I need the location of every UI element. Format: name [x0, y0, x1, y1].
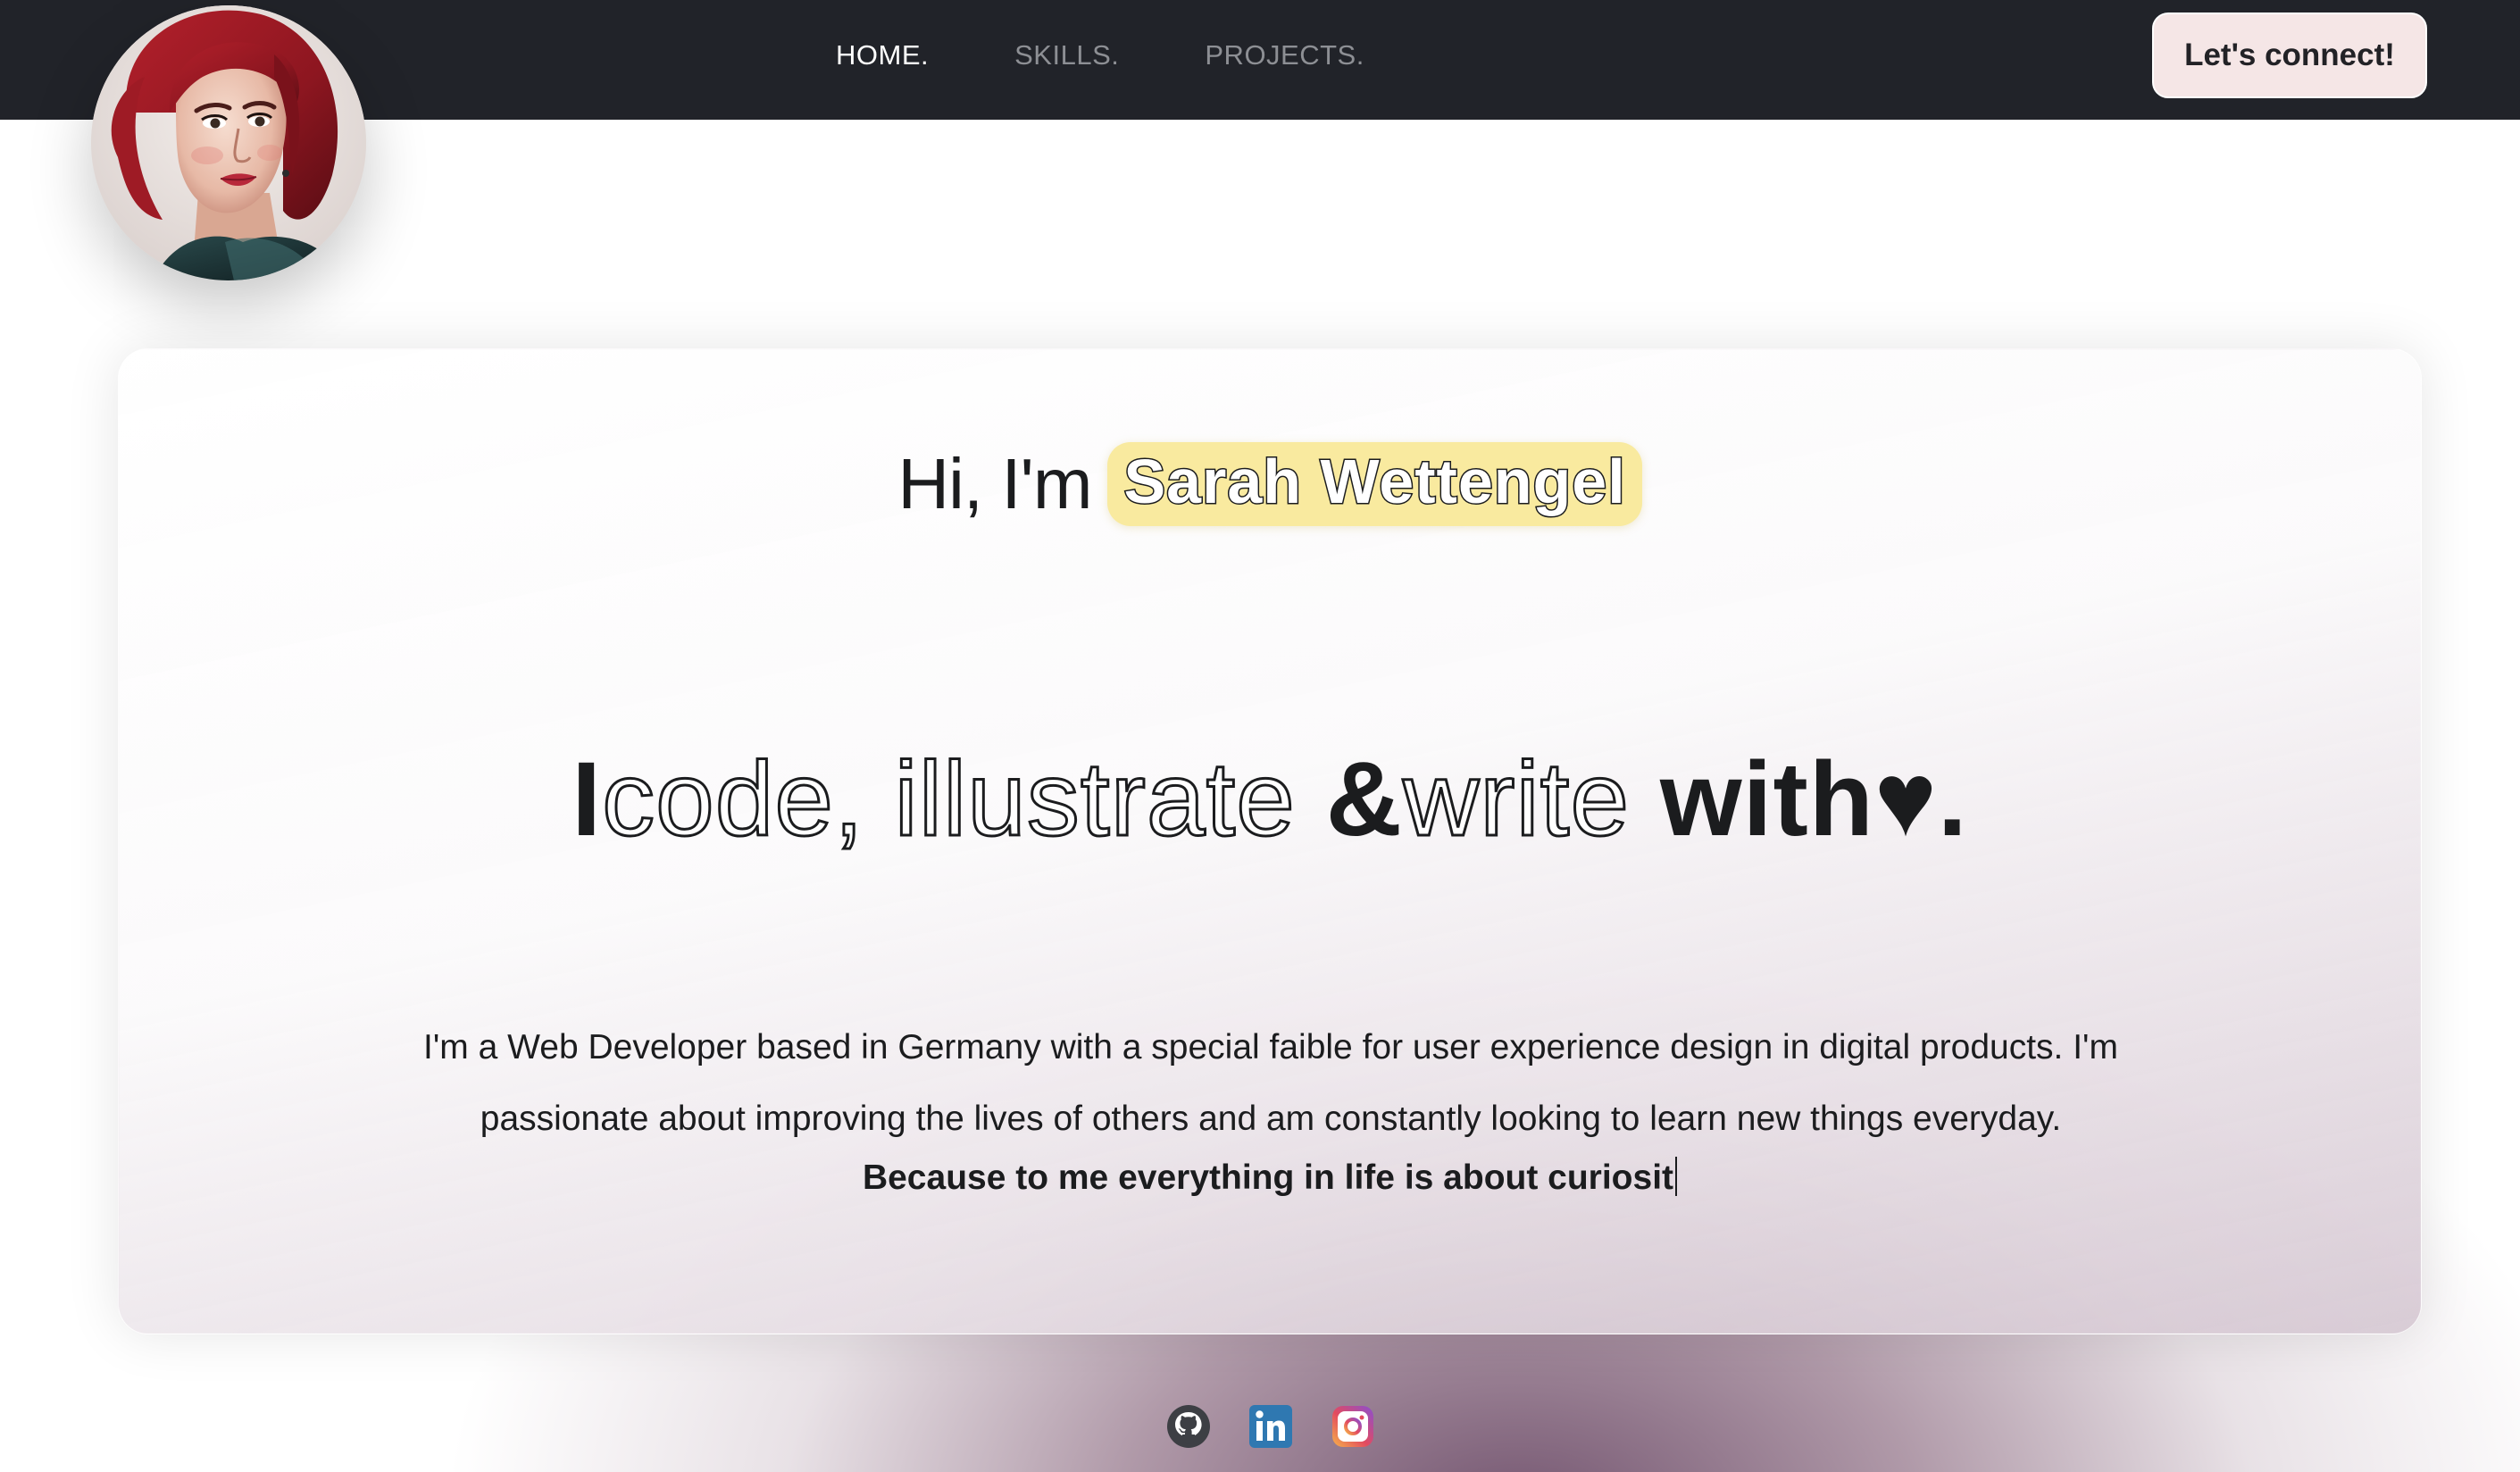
headline-i: I [572, 740, 603, 858]
social-links [1166, 1404, 1375, 1449]
typing-cursor [1675, 1157, 1678, 1196]
top-navbar: HOME. SKILLS. PROJECTS. Let's connect! [0, 0, 2520, 120]
tagline: Because to me everything in life is abou… [119, 1157, 2421, 1198]
heart-icon: ♥ [1873, 740, 1938, 858]
nav-links: HOME. SKILLS. PROJECTS. [836, 0, 1364, 111]
bio-paragraph: I'm a Web Developer based in Germany wit… [423, 1028, 2118, 1138]
lets-connect-button[interactable]: Let's connect! [2152, 13, 2427, 98]
nav-link-skills[interactable]: SKILLS. [1014, 39, 1119, 71]
headline-write: write [1401, 740, 1631, 860]
headline-with: with [1659, 740, 1874, 858]
tagline-text: Because to me everything in life is abou… [862, 1158, 1674, 1197]
avatar [91, 5, 366, 280]
instagram-icon[interactable] [1331, 1404, 1375, 1449]
greeting-text: Hi, I'm [897, 444, 1092, 523]
headline-illustrate: illustrate [893, 740, 1296, 860]
nav-link-home[interactable]: HOME. [836, 39, 929, 71]
github-icon[interactable] [1166, 1404, 1211, 1449]
greeting-line: Hi, I'm Sarah Wettengel [119, 442, 2421, 526]
name-highlight: Sarah Wettengel [1107, 442, 1642, 526]
name-text: Sarah Wettengel [1122, 446, 1626, 518]
linkedin-icon[interactable] [1248, 1404, 1293, 1449]
headline: Icode, illustrate &write with♥. [119, 739, 2421, 860]
nav-link-projects[interactable]: PROJECTS. [1205, 39, 1364, 71]
headline-code: code, [601, 740, 865, 860]
portrait-illustration [91, 5, 366, 280]
headline-period: . [1937, 740, 1968, 858]
headline-ampersand: & [1325, 740, 1403, 858]
intro-card: Hi, I'm Sarah Wettengel Icode, illustrat… [118, 348, 2422, 1334]
